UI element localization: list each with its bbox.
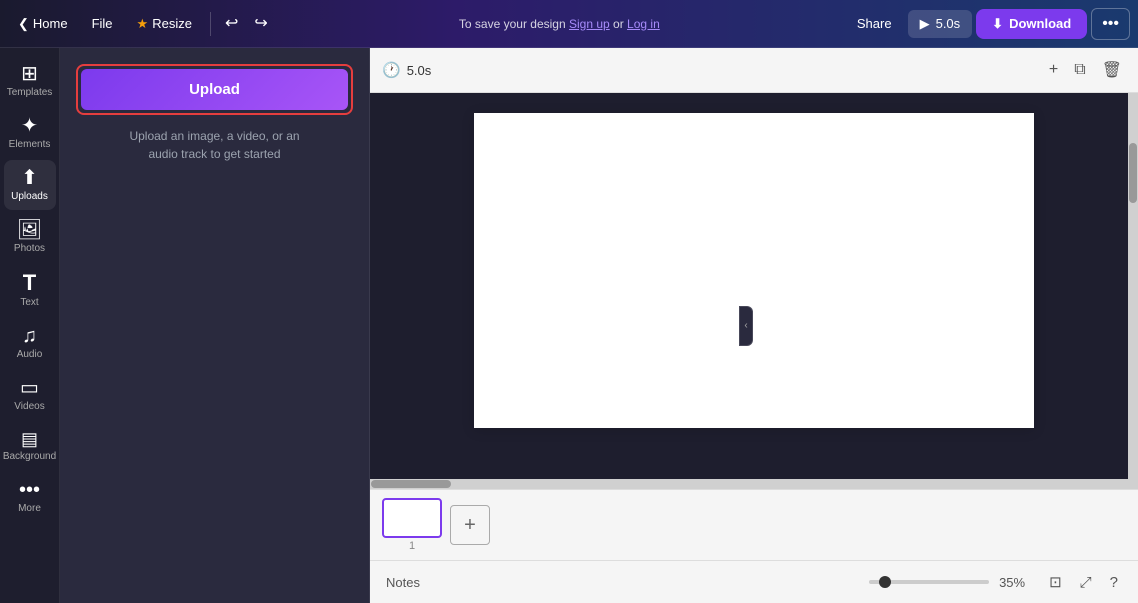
horizontal-scrollbar[interactable] <box>370 479 1128 489</box>
vertical-scrollbar-thumb[interactable] <box>1129 143 1137 203</box>
sidebar-item-templates[interactable]: ⊞ Templates <box>4 56 56 106</box>
help-button[interactable]: ? <box>1106 570 1122 595</box>
login-link[interactable]: Log in <box>627 17 660 31</box>
sidebar-item-background[interactable]: ▤ Background <box>4 422 56 470</box>
notes-bar: Notes 35% ⊡ ⤢ ? <box>370 560 1138 603</box>
canvas-scroll-area[interactable] <box>370 93 1138 448</box>
add-page-button[interactable]: + <box>1045 56 1062 84</box>
more-icon: ••• <box>19 480 40 500</box>
download-button[interactable]: ⬇ Download <box>976 9 1087 39</box>
zoom-slider-thumb[interactable] <box>879 576 891 588</box>
notes-label: Notes <box>386 575 420 590</box>
canvas-toolbar: 🕐 5.0s + ⧉ 🗑 <box>370 48 1138 93</box>
add-page-filmstrip-button[interactable]: + <box>450 505 490 545</box>
audio-icon: ♫ <box>22 326 37 346</box>
fullscreen-button[interactable]: ⤢ <box>1076 570 1096 595</box>
star-icon: ★ <box>137 16 149 32</box>
zoom-slider[interactable] <box>869 580 989 584</box>
fit-icon: ⊡ <box>1049 574 1062 591</box>
sidebar-item-photos[interactable]: 🖼 Photos <box>4 212 56 262</box>
sidebar-item-audio[interactable]: ♫ Audio <box>4 318 56 368</box>
sidebar-item-more[interactable]: ••• More <box>4 472 56 522</box>
canvas-scroll-wrapper <box>370 93 1138 489</box>
undo-button[interactable]: ↩ <box>219 10 244 38</box>
text-icon: T <box>23 272 36 294</box>
nav-divider <box>210 12 211 36</box>
upload-button-wrapper: Upload <box>76 64 353 115</box>
trash-icon: 🗑 <box>1102 62 1122 79</box>
fit-to-screen-button[interactable]: ⊡ <box>1045 569 1066 595</box>
upload-button[interactable]: Upload <box>81 69 348 110</box>
expand-icon: ⤢ <box>1080 574 1092 591</box>
vertical-scrollbar[interactable] <box>1128 93 1138 489</box>
play-icon: ▶ <box>920 16 930 32</box>
share-button[interactable]: Share <box>845 10 904 37</box>
collapse-panel-button[interactable]: ‹ <box>739 306 753 346</box>
canvas-time: 🕐 5.0s <box>382 61 431 79</box>
background-icon: ▤ <box>21 430 38 448</box>
uploads-icon: ⬆ <box>21 168 38 188</box>
delete-page-button[interactable]: 🗑 <box>1098 56 1126 84</box>
top-navigation: ❮ Home File ★ Resize ↩ ↪ To save your de… <box>0 0 1138 48</box>
sidebar-item-videos[interactable]: ▭ Videos <box>4 370 56 420</box>
signup-link[interactable]: Sign up <box>569 17 610 31</box>
duplicate-icon: ⧉ <box>1074 61 1085 78</box>
file-button[interactable]: File <box>82 10 123 37</box>
upload-hint: Upload an image, a video, or anaudio tra… <box>76 127 353 163</box>
save-hint-text: To save your design Sign up or Log in <box>459 17 660 31</box>
filmstrip: 1 + <box>370 489 1138 560</box>
clock-icon: 🕐 <box>382 61 401 79</box>
home-button[interactable]: ❮ Home <box>8 10 78 38</box>
sidebar: ⊞ Templates ✦ Elements ⬆ Uploads 🖼 Photo… <box>0 48 60 603</box>
canvas-actions: + ⧉ 🗑 <box>1045 56 1126 84</box>
filmstrip-page-1[interactable] <box>382 498 442 538</box>
templates-icon: ⊞ <box>21 64 38 84</box>
main-area: ⊞ Templates ✦ Elements ⬆ Uploads 🖼 Photo… <box>0 48 1138 603</box>
sidebar-item-text[interactable]: T Text <box>4 264 56 316</box>
canvas-wrapper: ‹ 🕐 5.0s + ⧉ 🗑 <box>370 48 1138 603</box>
sidebar-item-uploads[interactable]: ⬆ Uploads <box>4 160 56 210</box>
sidebar-item-elements[interactable]: ✦ Elements <box>4 108 56 158</box>
resize-button[interactable]: ★ Resize <box>127 10 202 38</box>
more-options-button[interactable]: ••• <box>1091 8 1130 40</box>
horizontal-scrollbar-thumb[interactable] <box>371 480 451 488</box>
zoom-percentage: 35% <box>999 575 1035 590</box>
duplicate-page-button[interactable]: ⧉ <box>1070 56 1089 84</box>
elements-icon: ✦ <box>21 116 38 136</box>
upload-panel: Upload Upload an image, a video, or anau… <box>60 48 370 603</box>
chevron-left-icon: ❮ <box>18 16 29 32</box>
redo-button[interactable]: ↪ <box>248 10 273 38</box>
photos-icon: 🖼 <box>17 220 42 240</box>
play-button[interactable]: ▶ 5.0s <box>908 10 973 38</box>
help-icon: ? <box>1110 574 1118 591</box>
videos-icon: ▭ <box>20 378 39 398</box>
add-icon: + <box>1049 61 1058 78</box>
canvas-page <box>474 113 1034 428</box>
download-icon: ⬇ <box>992 16 1003 32</box>
